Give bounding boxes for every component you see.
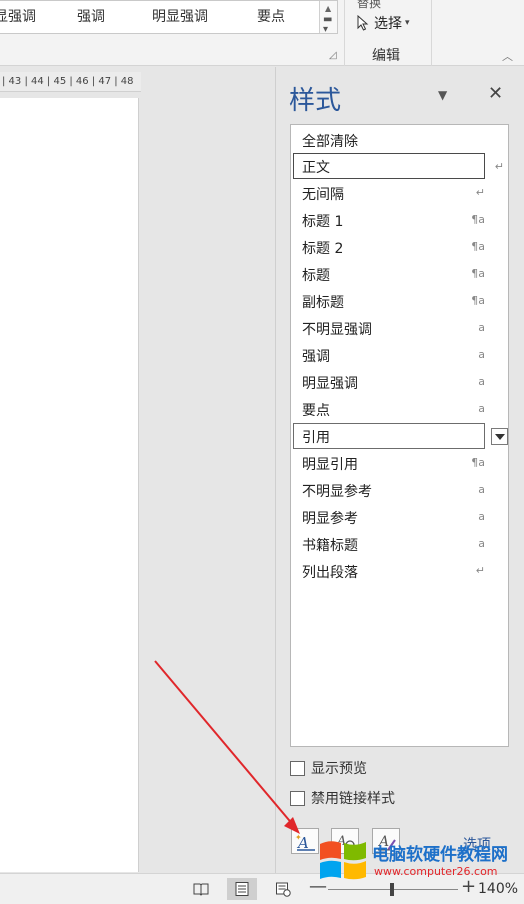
style-item-subtle-emphasis[interactable]: 不明显强调 a	[292, 315, 507, 341]
editing-group-label: 编辑	[372, 48, 400, 64]
character-style-icon: a	[478, 537, 485, 550]
gallery-item-emphasis[interactable]: 强调	[77, 6, 105, 26]
style-gallery: 显强调 强调 明显强调 要点 ▲ ▬ ▾	[0, 0, 338, 35]
style-item-normal[interactable]: 正文 ↵	[293, 153, 504, 179]
zoom-slider[interactable]	[328, 883, 458, 896]
web-layout-button[interactable]	[268, 878, 298, 900]
style-item-book-title[interactable]: 书籍标题 a	[292, 531, 507, 557]
book-icon	[193, 883, 209, 896]
linked-style-icon: ¶a	[471, 240, 485, 253]
ribbon: 显强调 强调 明显强调 要点 ▲ ▬ ▾ ◿ 替换 选择 ▾ 编辑 ︿	[0, 0, 524, 66]
gallery-scrollbar[interactable]: ▲ ▬ ▾	[319, 1, 337, 35]
watermark-url: www.computer26.com	[374, 865, 498, 878]
ribbon-group-separator	[431, 0, 432, 66]
disable-linked-styles-checkbox[interactable]	[290, 790, 305, 806]
select-button[interactable]: 选择 ▾	[355, 12, 410, 34]
print-layout-button[interactable]	[227, 878, 257, 900]
style-item-strong[interactable]: 要点 a	[292, 396, 507, 422]
style-item-no-spacing[interactable]: 无间隔 ↵	[292, 180, 507, 206]
ribbon-group-separator	[344, 0, 345, 66]
windows-logo-icon	[318, 836, 368, 884]
character-style-icon: a	[478, 510, 485, 523]
character-style-icon: a	[478, 375, 485, 388]
paragraph-mark-icon: ↵	[475, 564, 485, 577]
style-item-list-paragraph[interactable]: 列出段落 ↵	[292, 558, 507, 584]
style-item-clear-all[interactable]: 全部清除	[292, 127, 507, 153]
style-item-subtle-reference[interactable]: 不明显参考 a	[292, 477, 507, 503]
chevron-down-icon: ▾	[405, 18, 410, 28]
cursor-arrow-icon	[357, 15, 369, 31]
gallery-item-intense-emphasis[interactable]: 明显强调	[152, 6, 208, 26]
character-style-icon: a	[478, 402, 485, 415]
new-style-button[interactable]: A ✦	[291, 828, 319, 854]
read-mode-button[interactable]	[186, 878, 216, 900]
gallery-scroll-up-icon[interactable]: ▲	[325, 4, 331, 13]
watermark-title: 电脑软硬件教程网	[372, 845, 508, 865]
new-style-icon: A ✦	[295, 833, 315, 852]
horizontal-ruler[interactable]: | 43 | 44 | 45 | 46 | 47 | 48	[0, 72, 141, 92]
collapse-ribbon-icon[interactable]: ︿	[502, 48, 513, 64]
style-item-quote[interactable]: 引用	[293, 423, 508, 449]
linked-style-icon: ¶a	[471, 456, 485, 469]
document-page[interactable]	[0, 98, 139, 872]
web-layout-icon	[276, 882, 291, 897]
character-style-icon: a	[478, 321, 485, 334]
zoom-slider-thumb[interactable]	[390, 883, 394, 896]
style-item-intense-reference[interactable]: 明显参考 a	[292, 504, 507, 530]
style-item-heading-2[interactable]: 标题 2 ¶a	[292, 234, 507, 260]
linked-style-icon: ¶a	[471, 213, 485, 226]
paragraph-mark-icon: ↵	[475, 186, 485, 199]
styles-dialog-launcher-icon[interactable]: ◿	[329, 50, 337, 61]
linked-style-icon: ¶a	[471, 294, 485, 307]
gallery-item-strong[interactable]: 要点	[257, 6, 285, 26]
show-preview-checkbox[interactable]	[290, 760, 305, 776]
pane-divider	[275, 67, 276, 873]
close-icon[interactable]: ✕	[488, 83, 503, 104]
watermark: 电脑软硬件教程网 www.computer26.com	[318, 836, 524, 884]
disable-linked-styles-checkbox-row[interactable]: 禁用链接样式	[290, 789, 395, 807]
paragraph-mark-icon: ↵	[494, 160, 504, 173]
select-label: 选择	[374, 16, 402, 32]
gallery-item-subtle-emphasis[interactable]: 显强调	[0, 6, 36, 26]
character-style-icon: a	[478, 483, 485, 496]
styles-pane-title: 样式	[289, 86, 342, 116]
replace-button[interactable]: 替换	[357, 0, 381, 11]
style-item-title[interactable]: 标题 ¶a	[292, 261, 507, 287]
style-item-emphasis[interactable]: 强调 a	[292, 342, 507, 368]
style-item-heading-1[interactable]: 标题 1 ¶a	[292, 207, 507, 233]
style-item-intense-emphasis[interactable]: 明显强调 a	[292, 369, 507, 395]
svg-text:✦: ✦	[295, 833, 302, 842]
disable-linked-styles-label: 禁用链接样式	[311, 791, 395, 807]
linked-style-icon: ¶a	[471, 267, 485, 280]
style-list: 全部清除 正文 ↵ 无间隔 ↵ 标题 1 ¶a 标题 2 ¶a 标题 ¶a 副标…	[290, 124, 509, 747]
gallery-more-icon[interactable]: ▬ ▾	[323, 15, 332, 35]
show-preview-checkbox-row[interactable]: 显示预览	[290, 759, 367, 777]
character-style-icon: a	[478, 348, 485, 361]
page-layout-icon	[235, 882, 249, 896]
style-item-subtitle[interactable]: 副标题 ¶a	[292, 288, 507, 314]
pane-options-chevron-icon[interactable]: ▼	[438, 88, 447, 102]
style-item-intense-quote[interactable]: 明显引用 ¶a	[292, 450, 507, 476]
style-item-dropdown-button[interactable]	[491, 428, 508, 445]
show-preview-label: 显示预览	[311, 761, 367, 777]
